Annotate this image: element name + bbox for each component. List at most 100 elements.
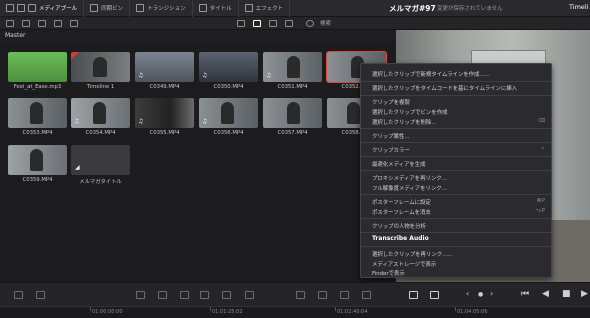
ruler-tick: [335, 307, 336, 311]
person-figure: [221, 102, 234, 124]
trim-icon[interactable]: [318, 291, 327, 299]
menu-item-create-bin[interactable]: 選択したクリップでビンを作成: [372, 108, 447, 116]
clip-item[interactable]: ♫ C0354.MP4: [71, 98, 130, 136]
audio-icon: ♫: [138, 72, 144, 79]
clip-item[interactable]: ♫ C0355.MP4: [135, 98, 194, 136]
person-figure: [93, 57, 107, 77]
marker-dot-icon[interactable]: ●: [478, 291, 483, 298]
metadata-view-icon[interactable]: [237, 20, 245, 27]
clip-item[interactable]: ♫ C0356.MP4: [199, 98, 258, 136]
context-menu: 選択したクリップで新規タイムラインを作成...... 選択したクリップをタイムコ…: [360, 63, 552, 278]
media-pool-label: メディアプール: [39, 6, 78, 12]
clip-item[interactable]: ◢ メルマガタイトル: [71, 145, 130, 185]
menu-separator: [361, 246, 551, 247]
person-figure: [30, 102, 43, 124]
search-icon[interactable]: [306, 20, 314, 27]
close-up-icon[interactable]: [180, 291, 189, 299]
menu-item-set-poster-frame[interactable]: ポスターフレームに設定: [372, 198, 431, 206]
clip-item[interactable]: ♫ C0350.MP4: [199, 52, 258, 90]
titles-icon: [198, 4, 207, 12]
clip-thumbnail: [71, 52, 130, 82]
project-title: メルマガ#97: [389, 4, 436, 13]
menu-item-link-full-res[interactable]: フル解像度メディアをリンク...: [372, 184, 447, 192]
clip-item[interactable]: C0353.MP4: [8, 98, 67, 136]
effects-tab[interactable]: エフェクト: [239, 0, 291, 17]
fit-to-fill-icon[interactable]: [340, 291, 349, 299]
clip-item[interactable]: ♫ C0351.MP4: [263, 52, 322, 90]
bin-list-icon[interactable]: [6, 20, 14, 27]
playhead-toggle-icon[interactable]: [409, 291, 418, 299]
sort-icon[interactable]: [285, 20, 293, 27]
clip-thumbnail: ♫: [263, 52, 322, 82]
clip-item[interactable]: Timeline 1: [71, 52, 130, 90]
audio-insert-icon[interactable]: [36, 291, 45, 299]
media-pool-toolbar: [0, 17, 590, 30]
sync-bin-label: 同期ビン: [101, 6, 124, 12]
audio-meter-icon[interactable]: [362, 291, 371, 299]
menu-item-show-in-finder[interactable]: Finderで表示: [372, 269, 405, 277]
sync-bin-tab[interactable]: 同期ビン: [84, 0, 131, 17]
menu-item-show-in-media-storage[interactable]: メディアストレージで表示: [372, 260, 436, 268]
clip-thumbnail: ♫: [135, 52, 194, 82]
overwrite-icon[interactable]: [245, 291, 254, 299]
stop-icon[interactable]: ■: [562, 289, 571, 299]
settings-sliders-icon[interactable]: [430, 291, 439, 299]
chevron-right-icon: ›: [541, 145, 544, 152]
play-reverse-icon[interactable]: ◀: [542, 289, 549, 299]
place-on-top-icon[interactable]: [200, 291, 209, 299]
go-to-start-icon[interactable]: ⏮: [521, 289, 529, 299]
media-pool-tab[interactable]: メディアプール: [0, 0, 85, 17]
menu-item-delete[interactable]: 選択したクリップを削除...: [372, 118, 436, 126]
next-marker-icon[interactable]: ›: [490, 289, 493, 298]
clip-item[interactable]: C0359.MP4: [8, 145, 67, 183]
save-status: 変更が保存されていません: [437, 6, 503, 12]
prev-marker-icon[interactable]: ‹: [466, 289, 469, 298]
append-icon[interactable]: [136, 291, 145, 299]
menu-item-optimized-media[interactable]: 最適化メディアを生成: [372, 160, 426, 168]
clip-thumbnail: [263, 98, 322, 128]
sync-bin-icon: [90, 4, 99, 12]
transitions-tab[interactable]: トランジション: [130, 0, 193, 17]
menu-item-analyze-people[interactable]: クリップの人物を分析: [372, 222, 426, 230]
smart-insert-icon[interactable]: [14, 291, 23, 299]
menu-item-clip-color[interactable]: クリップカラー: [372, 146, 410, 154]
link-icon[interactable]: [54, 20, 62, 27]
list-view-icon[interactable]: [269, 20, 277, 27]
menu-item-clip-attributes[interactable]: クリップ属性...: [372, 132, 410, 140]
menu-item-relink-clips[interactable]: 選択したクリップを再リンク......: [372, 250, 452, 258]
menu-item-insert-by-timecode[interactable]: 選択したクリップをタイムコードを基にタイムラインに挿入: [372, 84, 517, 92]
clip-name: C0349.MP4: [149, 84, 180, 90]
clip-item[interactable]: Feel_at_Ease.mp3: [8, 52, 67, 90]
clip-item[interactable]: C0357.MP4: [263, 98, 322, 136]
media-pool-icon: [6, 4, 14, 12]
play-icon[interactable]: ▶: [581, 289, 588, 299]
ruler-tick: [455, 307, 456, 311]
clip-item[interactable]: ♫ C0349.MP4: [135, 52, 194, 90]
folder-icon[interactable]: [38, 20, 46, 27]
menu-separator: [361, 128, 551, 129]
menu-item-new-timeline[interactable]: 選択したクリップで新規タイムラインを作成......: [372, 70, 490, 78]
search-label[interactable]: 検索: [320, 19, 331, 27]
titles-label: タイトル: [209, 6, 232, 12]
titles-tab[interactable]: タイトル: [193, 0, 239, 17]
grid-icon: [17, 4, 25, 12]
menu-item-duplicate[interactable]: クリップを複製: [372, 98, 410, 106]
menu-item-clear-poster-frame[interactable]: ポスターフレームを消去: [372, 208, 431, 216]
import-icon[interactable]: [22, 20, 30, 27]
clip-name: C0356.MP4: [213, 130, 244, 136]
filter-icon[interactable]: [70, 20, 78, 27]
source-overwrite-icon[interactable]: [222, 291, 231, 299]
clip-name: C0350.MP4: [213, 84, 244, 90]
clip-thumbnail: ♫: [135, 98, 194, 128]
timeline-ruler[interactable]: 01:00:00:00 01:01:25:02 01:02:40:04 01:0…: [0, 306, 590, 318]
menu-separator: [361, 142, 551, 143]
ripple-overwrite-icon[interactable]: [158, 291, 167, 299]
menu-item-transcribe-audio[interactable]: Transcribe Audio: [372, 235, 429, 242]
split-clip-icon[interactable]: [296, 291, 305, 299]
image-icon: [28, 4, 36, 12]
clip-thumbnail: [8, 98, 67, 128]
timeline-label: Timeli: [569, 3, 589, 11]
clip-thumbnail: [8, 52, 67, 82]
thumbnail-view-icon[interactable]: [253, 20, 261, 27]
menu-item-relink-proxy[interactable]: プロキシメディアを再リンク...: [372, 174, 447, 182]
